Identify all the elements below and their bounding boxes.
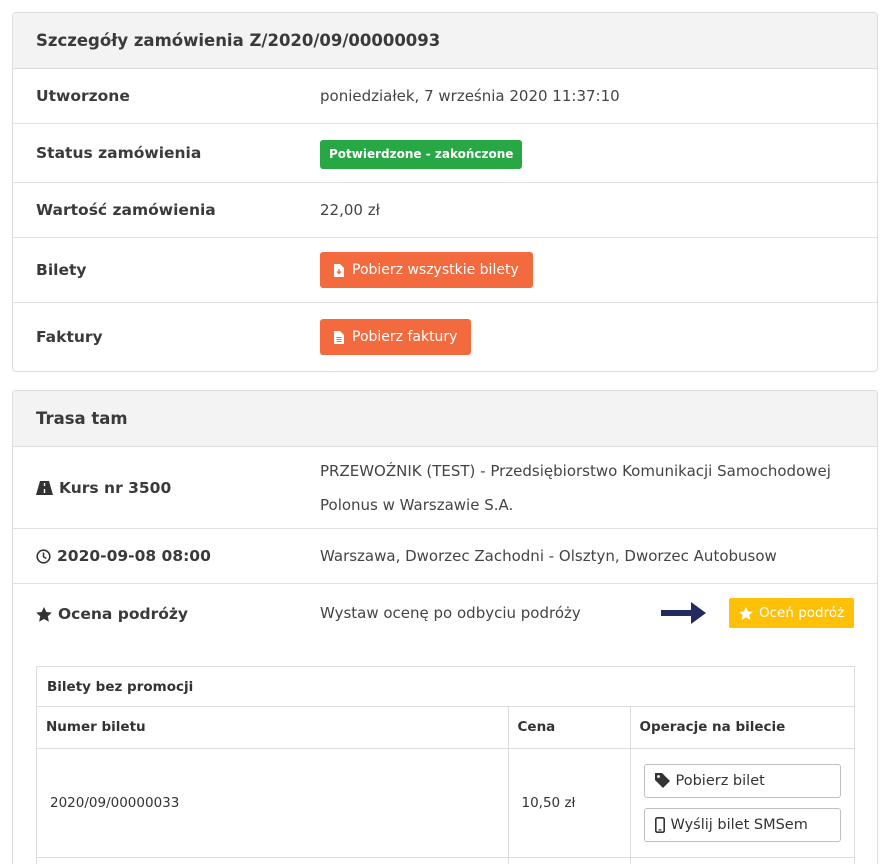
download-ticket-button[interactable]: Pobierz bilet [643,763,841,798]
rating-row: Ocena podróży Wystaw ocenę po odbyciu po… [13,584,877,644]
course-label: Kurs nr 3500 [59,478,172,497]
route-title: Trasa tam [13,391,877,447]
table-row [37,857,854,864]
status-row: Status zamówienia Potwierdzone - zakończ… [13,124,877,183]
tickets-row: Bilety Pobierz wszystkie bilety [13,238,877,303]
download-all-tickets-label: Pobierz wszystkie bilety [352,262,519,278]
file-text-icon [334,330,344,344]
send-sms-ticket-label: Wyślij bilet SMSem [670,816,808,833]
table-header-row: Numer biletu Cena Operacje na bilecie [37,707,854,749]
invoices-label: Faktury [36,328,103,346]
order-value-label: Wartość zamówienia [36,201,216,219]
order-value: 22,00 zł [320,201,380,219]
datetime-row: 2020-09-08 08:00 Warszawa, Dworzec Zacho… [13,529,877,584]
send-sms-ticket-button[interactable]: Wyślij bilet SMSem [643,807,841,842]
column-header-operations: Operacje na bilecie [630,707,854,749]
tickets-label: Bilety [36,261,87,279]
invoices-row: Faktury Pobierz faktury [13,303,877,371]
course-row: Kurs nr 3500 PRZEWOŹNIK (TEST) - Przedsi… [13,447,877,529]
column-header-ticket-number: Numer biletu [37,707,509,749]
departure-datetime: 2020-09-08 08:00 [57,547,211,565]
order-details-title: Szczegóły zamówienia Z/2020/09/00000093 [13,13,877,69]
rate-trip-label: Oceń podróż [759,605,845,621]
download-invoices-button[interactable]: Pobierz faktury [320,319,472,355]
ticket-number: 2020/09/00000033 [37,748,509,858]
route-stops: Warszawa, Dworzec Zachodni - Olsztyn, Dw… [320,547,777,565]
created-value: poniedziałek, 7 września 2020 11:37:10 [320,87,620,105]
status-badge: Potwierdzone - zakończone [320,139,523,169]
download-all-tickets-button[interactable]: Pobierz wszystkie bilety [320,252,533,288]
table-row: 2020/09/00000033 10,50 zł Pobierz bilet [37,748,854,858]
star-icon [36,606,52,622]
tickets-table: Bilety bez promocji Numer biletu Cena Op… [36,666,855,864]
order-details-card: Szczegóły zamówienia Z/2020/09/00000093 … [12,12,878,372]
order-value-row: Wartość zamówienia 22,00 zł [13,183,877,238]
rating-label: Ocena podróży [58,605,189,623]
ticket-price: 10,50 zł [508,748,631,858]
download-invoices-label: Pobierz faktury [352,329,458,345]
carrier-name-line1: PRZEWOŹNIK (TEST) - Przedsiębiorstwo Kom… [320,461,831,480]
tickets-table-caption: Bilety bez promocji [37,667,854,707]
tag-icon [654,773,670,788]
mobile-phone-icon [654,816,665,833]
star-icon [739,606,753,620]
created-row: Utworzone poniedziałek, 7 września 2020 … [13,69,877,124]
column-header-price: Cena [508,707,631,749]
arrow-right-icon [661,600,707,630]
created-label: Utworzone [36,87,130,105]
file-download-icon [334,263,344,277]
download-ticket-label: Pobierz bilet [675,772,765,789]
status-label: Status zamówienia [36,144,202,162]
carrier-name-line2: Polonus w Warszawie S.A. [320,495,514,514]
clock-icon [36,548,51,564]
rate-trip-button[interactable]: Oceń podróż [729,598,855,628]
road-icon [36,480,53,495]
